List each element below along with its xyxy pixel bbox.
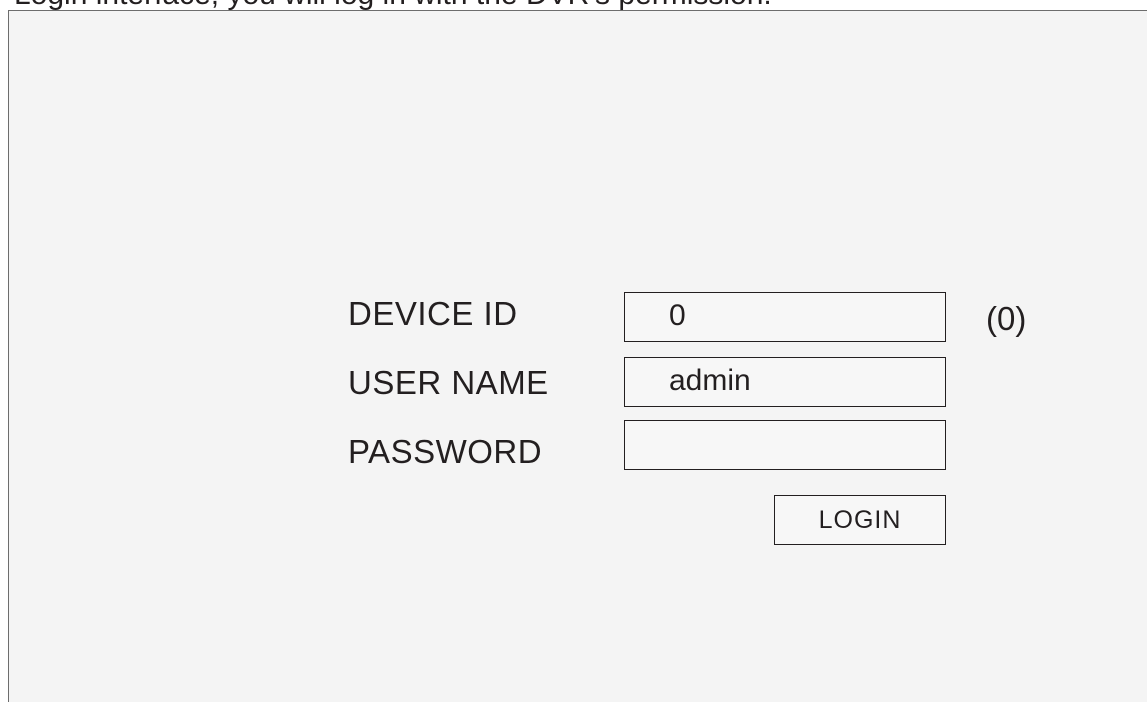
device-id-suffix: (0) [986, 300, 1027, 337]
password-label: PASSWORD [348, 433, 543, 470]
device-id-label: DEVICE ID [348, 295, 518, 332]
device-id-field[interactable]: 0 [624, 292, 946, 342]
login-screen [8, 10, 1147, 702]
password-field[interactable] [624, 420, 946, 470]
login-button[interactable]: LOGIN [774, 495, 946, 545]
user-name-field[interactable]: admin [624, 357, 946, 407]
user-name-label: USER NAME [348, 364, 549, 401]
